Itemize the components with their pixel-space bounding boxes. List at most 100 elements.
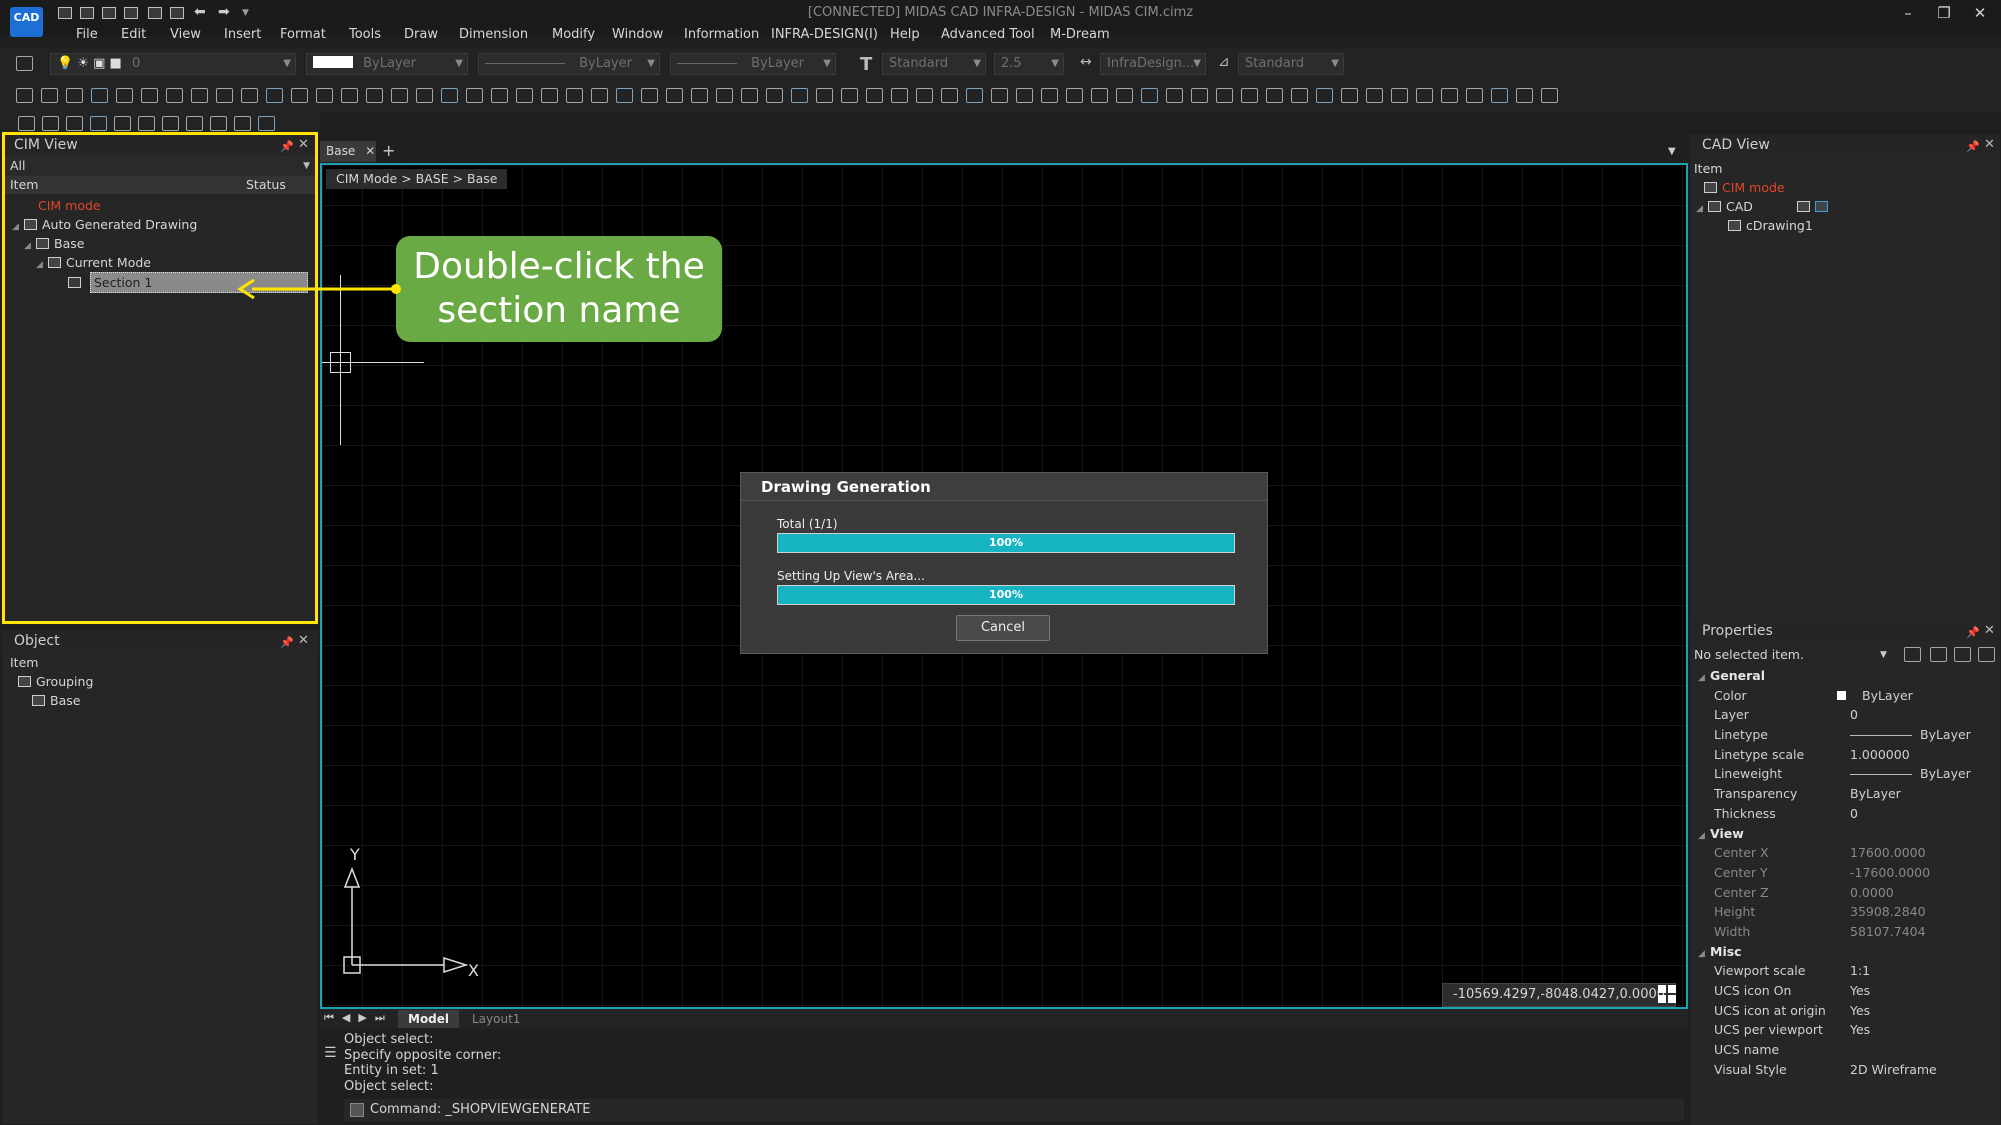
toolbar-tool-icon[interactable]: [1391, 88, 1408, 103]
toolbar-tool-icon[interactable]: [1366, 88, 1383, 103]
menu-modify[interactable]: Modify: [552, 27, 595, 42]
add-tab-button[interactable]: +: [382, 141, 395, 160]
tab-model[interactable]: Model: [398, 1010, 460, 1028]
toolbar-tool-icon[interactable]: [666, 88, 683, 103]
wrench-icon[interactable]: [1978, 647, 1995, 662]
toolbar-tool-icon[interactable]: [316, 88, 333, 103]
toolbar-tool-icon[interactable]: [114, 116, 131, 131]
toolbar-tool-icon[interactable]: [791, 88, 808, 103]
save-as-icon[interactable]: [124, 7, 138, 19]
viewport-grid-icon[interactable]: [1658, 985, 1678, 1005]
toolbar-tool-icon[interactable]: [234, 116, 251, 131]
color-select[interactable]: ByLayer ▼: [306, 53, 468, 75]
toolbar-tool-icon[interactable]: [42, 116, 59, 131]
layout-icon[interactable]: [1796, 201, 1810, 212]
property-row[interactable]: Color ByLayer: [1690, 686, 2000, 706]
toolbar-tool-icon[interactable]: [1216, 88, 1233, 103]
redo-icon[interactable]: ➡: [218, 4, 230, 20]
toolbar-tool-icon[interactable]: [1516, 88, 1533, 103]
toolbar-tool-icon[interactable]: [916, 88, 933, 103]
toolbar-tool-icon[interactable]: [1316, 88, 1333, 103]
toolbar-tool-icon[interactable]: [18, 116, 35, 131]
toolbar-tool-icon[interactable]: [366, 88, 383, 103]
text-style-select[interactable]: Standard ▼: [882, 53, 986, 75]
toolbar-tool-icon[interactable]: [1441, 88, 1458, 103]
tree-item-cim-mode[interactable]: CIM mode: [2, 196, 318, 215]
close-icon[interactable]: ✕: [298, 630, 309, 652]
toolbar-tool-icon[interactable]: [186, 116, 203, 131]
toolbar-tool-icon[interactable]: [138, 116, 155, 131]
tab-list-dropdown-icon[interactable]: ▼: [1668, 146, 1676, 157]
command-menu-icon[interactable]: ☰: [324, 1045, 337, 1061]
toolbar-tool-icon[interactable]: [41, 88, 58, 103]
text-height-select[interactable]: 2.5 ▼: [994, 53, 1064, 75]
close-icon[interactable]: ✕: [1984, 134, 1995, 156]
tree-item-object-base[interactable]: Base: [2, 691, 318, 710]
toolbar-tool-icon[interactable]: [966, 88, 983, 103]
open-folder-icon[interactable]: [80, 7, 94, 19]
property-row[interactable]: UCS name: [1690, 1040, 2000, 1060]
toolbar-tool-icon[interactable]: [1291, 88, 1308, 103]
tree-item-auto-generated[interactable]: ◢ Auto Generated Drawing: [2, 215, 318, 234]
toolbar-tool-icon[interactable]: [416, 88, 433, 103]
toolbar-tool-icon[interactable]: [691, 88, 708, 103]
toolbar-tool-icon[interactable]: [516, 88, 533, 103]
tree-item-base[interactable]: ◢ Base: [2, 234, 318, 253]
toolbar-tool-icon[interactable]: [16, 88, 33, 103]
toolbar-tool-icon[interactable]: [1266, 88, 1283, 103]
property-row[interactable]: Thickness 0: [1690, 804, 2000, 824]
toolbar-tool-icon[interactable]: [1116, 88, 1133, 103]
property-row[interactable]: Viewport scale 1:1: [1690, 961, 2000, 981]
toolbar-tool-icon[interactable]: [716, 88, 733, 103]
close-icon[interactable]: ✕: [298, 134, 309, 156]
menu-draw[interactable]: Draw: [404, 27, 438, 42]
layer-manager-icon[interactable]: [16, 56, 33, 71]
select-objects-icon[interactable]: [1930, 647, 1947, 662]
table-style-icon[interactable]: ⊿: [1218, 54, 1230, 70]
toolbar-tool-icon[interactable]: [441, 88, 458, 103]
toolbar-tool-icon[interactable]: [90, 116, 107, 131]
menu-edit[interactable]: Edit: [121, 27, 146, 42]
quick-select-icon[interactable]: [1954, 647, 1971, 662]
toolbar-tool-icon[interactable]: [891, 88, 908, 103]
toolbar-tool-icon[interactable]: [1416, 88, 1433, 103]
pin-icon[interactable]: 📌: [280, 632, 294, 654]
toolbar-tool-icon[interactable]: [210, 116, 227, 131]
toolbar-tool-icon[interactable]: [341, 88, 358, 103]
menu-help[interactable]: Help: [890, 27, 920, 42]
property-row[interactable]: Linetype ByLayer: [1690, 725, 2000, 745]
property-row[interactable]: Transparency ByLayer: [1690, 784, 2000, 804]
property-row[interactable]: UCS icon at origin Yes: [1690, 1001, 2000, 1021]
dim-style-select[interactable]: InfraDesign... ▼: [1100, 53, 1206, 75]
menu-advanced-tool[interactable]: Advanced Tool: [941, 27, 1035, 42]
toolbar-tool-icon[interactable]: [1066, 88, 1083, 103]
toolbar-tool-icon[interactable]: [1466, 88, 1483, 103]
toolbar-tool-icon[interactable]: [1166, 88, 1183, 103]
menu-information[interactable]: Information: [684, 27, 759, 42]
expand-icon[interactable]: ◢: [12, 218, 24, 237]
close-icon[interactable]: ✕: [365, 144, 375, 158]
command-input[interactable]: Command: _SHOPVIEWGENERATE: [344, 1099, 1684, 1121]
pin-icon[interactable]: 📌: [1966, 622, 1980, 644]
cim-filter-select[interactable]: All ▼: [2, 156, 318, 176]
pin-icon[interactable]: 📌: [280, 136, 294, 158]
menu-file[interactable]: File: [76, 27, 98, 42]
new-file-icon[interactable]: [58, 7, 72, 19]
toolbar-tool-icon[interactable]: [116, 88, 133, 103]
toolbar-tool-icon[interactable]: [66, 116, 83, 131]
property-row[interactable]: Width 58107.7404: [1690, 922, 2000, 942]
minimize-button[interactable]: –: [1894, 4, 1922, 24]
property-row[interactable]: Height 35908.2840: [1690, 902, 2000, 922]
toolbar-tool-icon[interactable]: [216, 88, 233, 103]
toolbar-tool-icon[interactable]: [1041, 88, 1058, 103]
close-button[interactable]: ✕: [1966, 4, 1994, 24]
layout-nav-icon[interactable]: ⏮◀▶⏭: [324, 1011, 393, 1025]
cancel-button[interactable]: Cancel: [956, 615, 1050, 641]
expand-icon[interactable]: ◢: [24, 237, 36, 256]
selection-select[interactable]: No selected item. ▼: [1690, 644, 2000, 666]
restore-button[interactable]: ❐: [1930, 4, 1958, 24]
toolbar-tool-icon[interactable]: [162, 116, 179, 131]
tree-item-cdrawing1[interactable]: cDrawing1: [1690, 216, 2000, 235]
close-icon[interactable]: ✕: [1984, 620, 1995, 642]
toolbar-tool-icon[interactable]: [866, 88, 883, 103]
